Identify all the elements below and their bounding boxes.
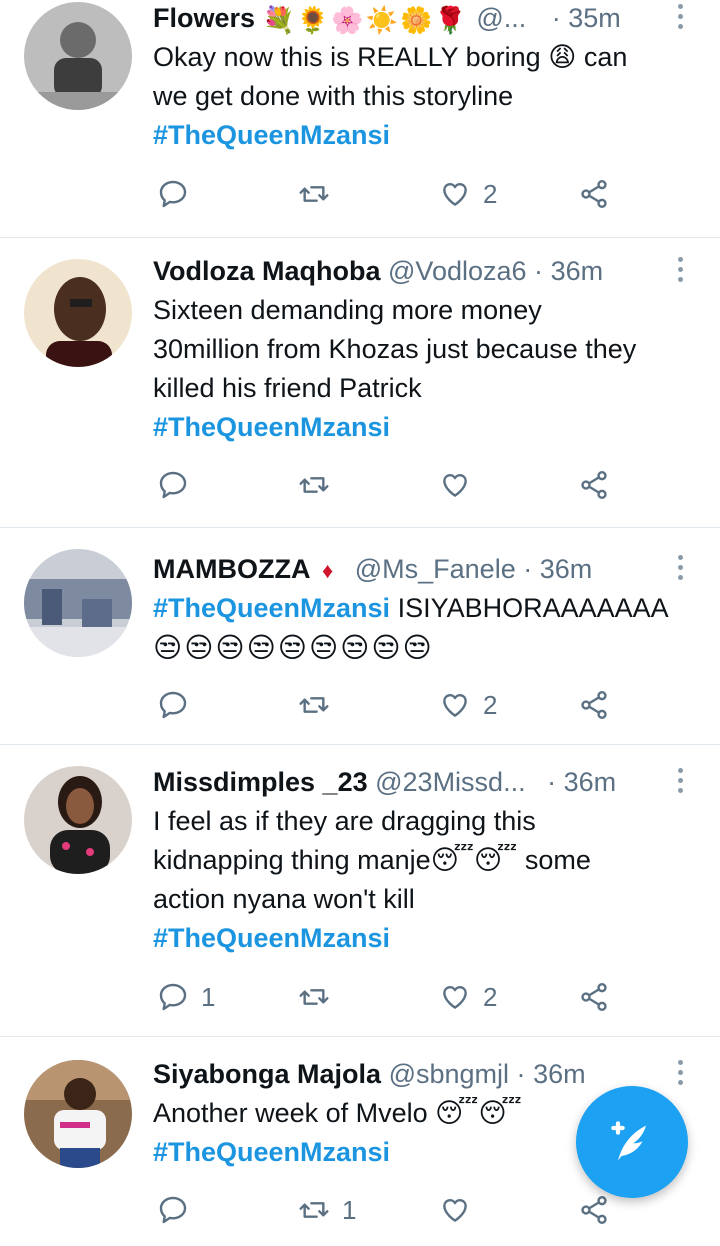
timestamp[interactable]: 36m (540, 554, 593, 584)
handle[interactable]: @sbngmjl (389, 1059, 509, 1089)
timestamp[interactable]: 35m (568, 3, 621, 33)
hashtag-link[interactable]: #TheQueenMzansi (153, 408, 706, 447)
more-icon[interactable] (678, 257, 684, 287)
like-button[interactable] (439, 1188, 483, 1232)
diamond-badge-icon: ♦ (321, 557, 334, 583)
display-name[interactable]: Missdimples _23 (153, 767, 368, 797)
like-button[interactable]: 2 (439, 683, 497, 727)
display-name[interactable]: Flowers (153, 3, 255, 33)
heart-icon (443, 183, 467, 206)
heart-icon (443, 474, 467, 497)
handle[interactable]: @23Missd... (375, 767, 525, 797)
share-icon (581, 471, 607, 499)
reply-button[interactable]: 1 (157, 975, 215, 1019)
heart-icon (443, 694, 467, 717)
display-name[interactable]: Siyabonga Majola (153, 1059, 381, 1089)
like-button[interactable] (439, 463, 483, 507)
compose-tweet-button[interactable] (576, 1086, 688, 1198)
timestamp[interactable]: 36m (533, 1059, 586, 1089)
heart-icon (443, 986, 467, 1009)
separator: · (547, 767, 557, 797)
reply-icon (159, 1196, 187, 1224)
tweet-text: I feel as if they are dragging this kidn… (153, 802, 706, 958)
retweet-icon (299, 697, 329, 713)
share-icon (581, 691, 607, 719)
tweet-text: #TheQueenMzansi ISIYABHORAAAAAAA 😒😒😒😒😒😒😒… (153, 589, 706, 667)
avatar[interactable] (24, 549, 132, 657)
share-icon (581, 983, 607, 1011)
tweet-4[interactable]: Missdimples _23 @23Missd... · 36m I feel… (0, 744, 720, 1037)
tweet-2[interactable]: Vodloza Maqhoba @Vodloza6 · 36m Sixteen … (0, 237, 720, 528)
separator: · (516, 1059, 526, 1089)
more-icon[interactable] (678, 555, 684, 585)
share-button[interactable] (578, 1188, 610, 1232)
more-icon[interactable] (678, 768, 684, 798)
reply-icon (159, 691, 187, 719)
retweet-icon (299, 989, 329, 1005)
more-icon[interactable] (678, 1060, 684, 1090)
retweet-icon (299, 1202, 329, 1218)
retweet-button[interactable] (298, 463, 342, 507)
timestamp[interactable]: 36m (564, 767, 617, 797)
separator: · (551, 3, 561, 33)
tweet-3[interactable]: MAMBOZZA ♦ @Ms_Fanele · 36m #TheQueenMza… (0, 527, 720, 745)
share-button[interactable] (578, 172, 610, 216)
reply-icon (159, 471, 187, 499)
display-name[interactable]: MAMBOZZA (153, 554, 310, 584)
tweet-1[interactable]: Flowers 💐🌻🌸☀️🌼🌹 @... · 35m Okay now this… (0, 0, 720, 238)
retweet-icon (299, 477, 329, 493)
avatar[interactable] (24, 766, 132, 874)
like-button[interactable]: 2 (439, 172, 497, 216)
retweet-button[interactable] (298, 975, 342, 1019)
tweet-text: Sixteen demanding more money 30million f… (153, 291, 706, 447)
hashtag-link[interactable]: #TheQueenMzansi (153, 116, 706, 155)
reply-icon (159, 180, 187, 208)
name-emoji-decoration: 💐🌻🌸☀️🌼🌹 (262, 4, 469, 35)
handle[interactable]: @... (476, 3, 526, 33)
heart-icon (443, 1199, 467, 1222)
separator: · (523, 554, 533, 584)
avatar[interactable] (24, 259, 132, 367)
share-button[interactable] (578, 683, 610, 727)
reply-button[interactable] (157, 683, 201, 727)
share-icon (581, 1196, 607, 1224)
retweet-icon (299, 186, 329, 202)
share-button[interactable] (578, 975, 610, 1019)
like-button[interactable]: 2 (439, 975, 497, 1019)
separator: · (534, 256, 544, 286)
reply-button[interactable] (157, 1188, 201, 1232)
share-button[interactable] (578, 463, 610, 507)
avatar[interactable] (24, 1060, 132, 1168)
reply-button[interactable] (157, 172, 201, 216)
avatar[interactable] (24, 2, 132, 110)
display-name[interactable]: Vodloza Maqhoba (153, 256, 381, 286)
reply-icon (159, 983, 187, 1011)
more-icon[interactable] (678, 4, 684, 34)
compose-tweet-icon (611, 1121, 646, 1161)
retweet-button[interactable] (298, 683, 342, 727)
reply-button[interactable] (157, 463, 201, 507)
timestamp[interactable]: 36m (551, 256, 604, 286)
handle[interactable]: @Ms_Fanele (355, 554, 516, 584)
handle[interactable]: @Vodloza6 (388, 256, 527, 286)
retweet-button[interactable]: 1 (298, 1188, 356, 1232)
hashtag-link[interactable]: #TheQueenMzansi (153, 593, 390, 623)
emoji-line: 😒😒😒😒😒😒😒😒😒 (153, 632, 434, 663)
tweet-text: Okay now this is REALLY boring 😩 can we … (153, 38, 706, 155)
share-icon (581, 180, 607, 208)
hashtag-link[interactable]: #TheQueenMzansi (153, 919, 706, 958)
retweet-button[interactable] (298, 172, 342, 216)
